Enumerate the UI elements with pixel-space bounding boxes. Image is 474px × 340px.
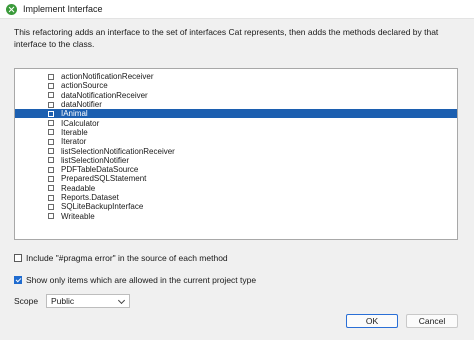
interface-checkbox[interactable] — [48, 148, 54, 155]
list-item[interactable]: PreparedSQLStatement — [15, 174, 457, 183]
interface-label: actionSource — [61, 81, 108, 91]
list-item[interactable]: IAnimal — [15, 109, 457, 119]
interface-label: Reports.Dataset — [61, 193, 119, 202]
interface-label: SQLiteBackupInterface — [61, 202, 144, 212]
interface-label: PreparedSQLStatement — [61, 174, 147, 184]
list-item[interactable]: dataNotifier — [15, 100, 457, 109]
list-item[interactable]: dataNotificationReceiver — [15, 91, 457, 100]
interface-label: Readable — [61, 183, 96, 193]
list-item[interactable]: listSelectionNotificationReceiver — [15, 146, 457, 156]
list-item[interactable]: actionSource — [15, 81, 457, 90]
interface-label: dataNotificationReceiver — [61, 90, 148, 100]
list-item[interactable]: Reports.Dataset — [15, 193, 457, 202]
list-item[interactable]: Iterator — [15, 137, 457, 146]
app-icon — [6, 3, 17, 15]
list-item[interactable]: actionNotificationReceiver — [15, 72, 457, 81]
pragma-error-checkbox[interactable] — [14, 254, 22, 262]
interface-label: listSelectionNotificationReceiver — [61, 146, 175, 156]
interface-checkbox[interactable] — [48, 213, 54, 220]
interface-checkbox[interactable] — [48, 92, 54, 99]
scope-value: Public — [51, 296, 75, 306]
interface-checkbox[interactable] — [48, 157, 54, 164]
interface-checkbox[interactable] — [48, 203, 54, 210]
interface-list[interactable]: actionNotificationReceiver actionSource da… — [14, 68, 458, 240]
interface-checkbox[interactable] — [48, 120, 54, 127]
list-item[interactable]: Readable — [15, 184, 457, 193]
interface-label: Iterable — [61, 127, 88, 137]
interface-label: listSelectionNotifier — [61, 155, 130, 165]
list-item[interactable]: SQLiteBackupInterface — [15, 202, 457, 211]
only-allowed-label: Show only items which are allowed in the… — [26, 275, 257, 285]
pragma-error-label: Include "#pragma error" in the source of… — [26, 253, 228, 263]
title-bar: Implement Interface — [0, 0, 474, 19]
window-title: Implement Interface — [23, 4, 103, 14]
interface-checkbox[interactable] — [48, 73, 54, 80]
interface-label: Writeable — [61, 211, 95, 221]
cancel-button[interactable]: Cancel — [406, 314, 458, 328]
interface-checkbox[interactable] — [48, 129, 54, 136]
interface-label: ICalculator — [61, 118, 100, 128]
list-item[interactable]: listSelectionNotifier — [15, 156, 457, 165]
scope-dropdown[interactable]: Public — [46, 294, 130, 308]
scope-label: Scope — [14, 296, 39, 306]
pragma-error-option[interactable]: Include "#pragma error" in the source of… — [14, 253, 228, 263]
list-item[interactable]: Writeable — [15, 211, 457, 221]
interface-checkbox[interactable] — [48, 185, 54, 192]
interface-checkbox[interactable] — [48, 194, 54, 201]
only-allowed-checkbox[interactable] — [14, 276, 22, 284]
interface-label: actionNotificationReceiver — [61, 72, 154, 82]
list-item[interactable]: Iterable — [15, 128, 457, 137]
interface-checkbox[interactable] — [48, 175, 54, 182]
description-text: This refactoring adds an interface to th… — [14, 27, 439, 49]
interface-label: IAnimal — [61, 109, 88, 119]
list-item[interactable]: ICalculator — [15, 118, 457, 128]
interface-label: Iterator — [61, 137, 87, 147]
interface-checkbox[interactable] — [48, 138, 54, 145]
interface-checkbox[interactable] — [48, 110, 54, 117]
interface-label: PDFTableDataSource — [61, 165, 139, 175]
ok-button[interactable]: OK — [346, 314, 398, 328]
only-allowed-option[interactable]: Show only items which are allowed in the… — [14, 275, 256, 285]
interface-label: dataNotifier — [61, 100, 102, 110]
chevron-down-icon — [117, 296, 126, 305]
interface-checkbox[interactable] — [48, 82, 54, 89]
list-item[interactable]: PDFTableDataSource — [15, 165, 457, 174]
interface-checkbox[interactable] — [48, 166, 54, 173]
interface-checkbox[interactable] — [48, 101, 54, 108]
